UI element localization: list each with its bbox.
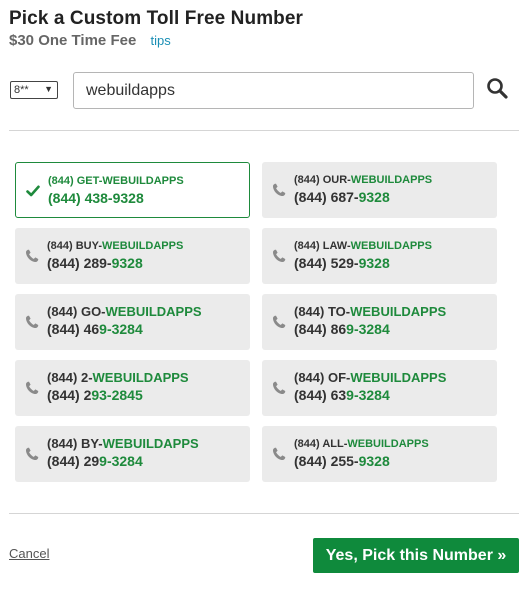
phone-icon [25, 249, 39, 263]
tips-link[interactable]: tips [150, 33, 170, 48]
number-option[interactable]: (844) BY-WEBUILDAPPS (844) 299-3284 [15, 426, 250, 482]
number-option[interactable]: (844) TO-WEBUILDAPPS (844) 869-3284 [262, 294, 497, 350]
vanity-name: (844) OUR-WEBUILDAPPS [294, 174, 433, 186]
phone-number: (844) 293-2845 [47, 387, 143, 403]
number-option[interactable]: (844) 2-WEBUILDAPPS (844) 293-2845 [15, 360, 250, 416]
prefix-select[interactable]: 8** ▼ [10, 81, 58, 99]
search-input[interactable] [73, 72, 474, 109]
phone-number: (844) 255-9328 [294, 453, 390, 469]
phone-number: (844) 529-9328 [294, 255, 390, 271]
search-icon[interactable] [485, 76, 511, 102]
phone-number: (844) 469-3284 [47, 321, 143, 337]
phone-icon [25, 447, 39, 461]
vanity-name: (844) GET-WEBUILDAPPS [48, 175, 184, 187]
phone-icon [272, 249, 286, 263]
phone-number: (844) 869-3284 [294, 321, 390, 337]
phone-number: (844) 299-3284 [47, 453, 143, 469]
vanity-name: (844) GO-WEBUILDAPPS [47, 304, 202, 319]
phone-icon [25, 315, 39, 329]
vanity-name: (844) BY-WEBUILDAPPS [47, 436, 199, 451]
dropdown-arrow-icon: ▼ [44, 84, 53, 94]
confirm-button[interactable]: Yes, Pick this Number » [313, 538, 519, 573]
phone-number: (844) 438-9328 [48, 190, 144, 206]
phone-icon [272, 447, 286, 461]
top-divider [9, 130, 519, 131]
number-option[interactable]: (844) GET-WEBUILDAPPS (844) 438-9328 [15, 162, 250, 218]
number-option[interactable]: (844) ALL-WEBUILDAPPS (844) 255-9328 [262, 426, 497, 482]
phone-icon [25, 381, 39, 395]
phone-icon [272, 315, 286, 329]
prefix-select-value: 8** [14, 84, 29, 96]
number-option[interactable]: (844) BUY-WEBUILDAPPS (844) 289-9328 [15, 228, 250, 284]
phone-icon [272, 183, 286, 197]
vanity-name: (844) BUY-WEBUILDAPPS [47, 240, 184, 252]
bottom-divider [9, 513, 519, 514]
phone-icon [272, 381, 286, 395]
vanity-name: (844) ALL-WEBUILDAPPS [294, 438, 429, 450]
phone-number: (844) 687-9328 [294, 189, 390, 205]
number-option[interactable]: (844) OF-WEBUILDAPPS (844) 639-3284 [262, 360, 497, 416]
number-option[interactable]: (844) LAW-WEBUILDAPPS (844) 529-9328 [262, 228, 497, 284]
fee-text: $30 One Time Fee [9, 32, 137, 49]
phone-number: (844) 639-3284 [294, 387, 390, 403]
number-option[interactable]: (844) OUR-WEBUILDAPPS (844) 687-9328 [262, 162, 497, 218]
vanity-name: (844) 2-WEBUILDAPPS [47, 370, 189, 385]
vanity-name: (844) TO-WEBUILDAPPS [294, 304, 447, 319]
vanity-name: (844) OF-WEBUILDAPPS [294, 370, 447, 385]
checkmark-icon [26, 184, 40, 198]
fee-line: $30 One Time Fee tips [9, 32, 171, 49]
phone-number: (844) 289-9328 [47, 255, 143, 271]
page-title: Pick a Custom Toll Free Number [9, 8, 304, 29]
number-option[interactable]: (844) GO-WEBUILDAPPS (844) 469-3284 [15, 294, 250, 350]
vanity-name: (844) LAW-WEBUILDAPPS [294, 240, 432, 252]
cancel-link[interactable]: Cancel [9, 546, 49, 561]
